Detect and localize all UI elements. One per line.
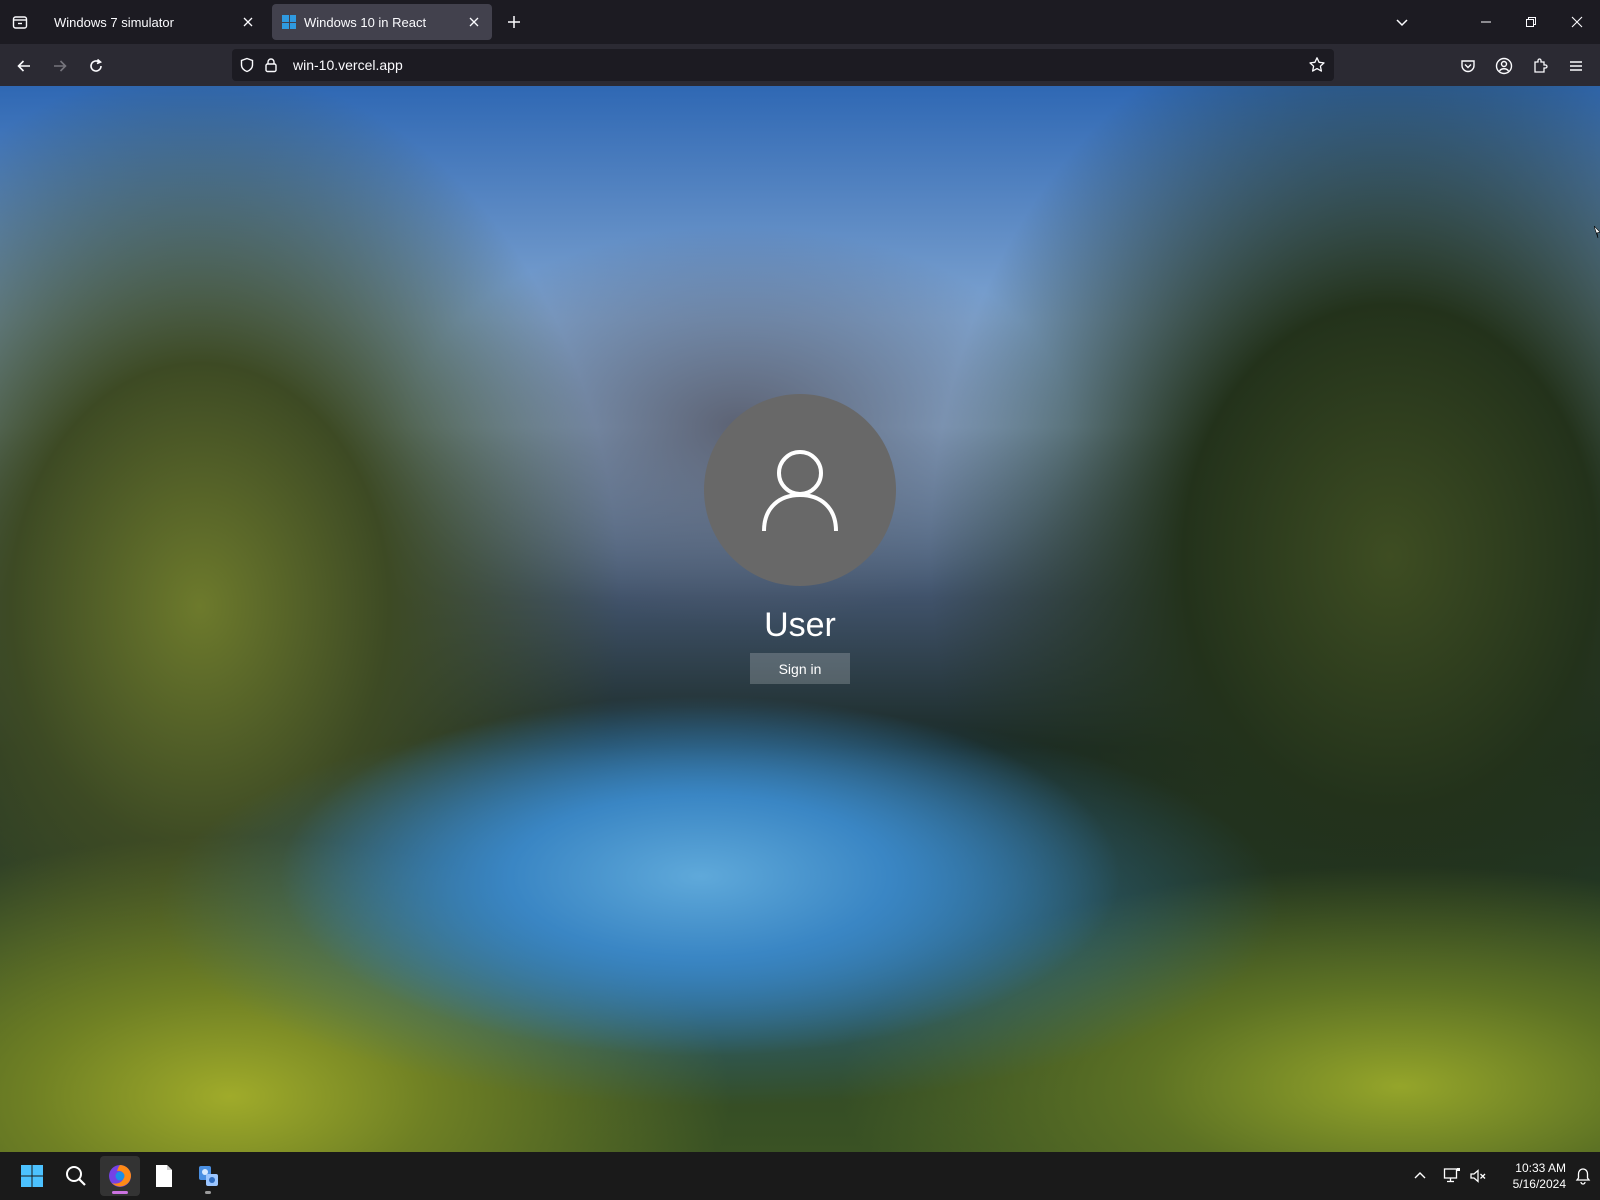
browser-navigation-bar: win-10.vercel.app [0,44,1600,86]
search-icon[interactable] [56,1156,96,1196]
chevron-up-icon[interactable] [1406,1160,1434,1192]
account-icon[interactable] [1490,52,1518,80]
forward-arrow-icon[interactable] [46,52,74,80]
app-icon [199,1166,218,1186]
notification-icon[interactable] [1569,1160,1597,1192]
user-avatar [704,394,896,586]
menu-icon[interactable] [1562,52,1590,80]
volume-muted-icon[interactable] [1464,1160,1492,1192]
url-text[interactable]: win-10.vercel.app [293,57,403,73]
file-icon[interactable] [144,1156,184,1196]
firefox-icon [109,1165,131,1187]
login-screen: User Sign in [0,86,1600,1152]
back-arrow-icon[interactable] [10,52,38,80]
taskbar-app-firefox[interactable] [100,1156,140,1196]
close-icon[interactable] [238,12,258,32]
close-icon[interactable] [464,12,484,32]
tab-windows-7-simulator[interactable]: Windows 7 simulator [44,4,266,40]
username-label: User [764,606,836,644]
sign-in-button[interactable]: Sign in [750,653,850,684]
tab-label: Windows 7 simulator [54,14,174,30]
tab-list-icon[interactable] [8,10,32,34]
close-window-icon[interactable] [1563,8,1591,36]
windows-taskbar: 10:33 AM 5/16/2024 [0,1152,1600,1200]
taskbar-app-secondary[interactable] [188,1156,228,1196]
reload-icon[interactable] [82,52,110,80]
clock-date: 5/16/2024 [1512,1177,1566,1191]
windows-logo-icon [282,15,296,29]
star-icon[interactable] [1307,55,1327,75]
user-icon [762,450,838,532]
login-screen-background: User Sign in [0,86,1600,1152]
lock-icon[interactable] [261,55,281,75]
extensions-icon[interactable] [1526,52,1554,80]
tab-windows-10-in-react[interactable]: Windows 10 in React [272,4,492,40]
clock-time: 10:33 AM [1515,1161,1566,1175]
plus-icon[interactable] [502,10,526,34]
chevron-down-icon[interactable] [1388,8,1416,36]
minimize-icon[interactable] [1472,8,1500,36]
running-app-indicator [205,1191,211,1194]
browser-tab-bar: Windows 7 simulator Windows 10 in React [0,0,1600,44]
active-app-indicator [112,1191,128,1194]
mouse-cursor-icon [1594,226,1600,239]
pocket-icon[interactable] [1454,52,1482,80]
network-icon[interactable] [1438,1160,1466,1192]
windows-start-icon[interactable] [12,1156,52,1196]
restore-icon[interactable] [1517,8,1545,36]
taskbar-clock[interactable]: 10:33 AM 5/16/2024 [1494,1160,1566,1192]
tab-label: Windows 10 in React [304,14,427,30]
shield-icon[interactable] [237,55,257,75]
